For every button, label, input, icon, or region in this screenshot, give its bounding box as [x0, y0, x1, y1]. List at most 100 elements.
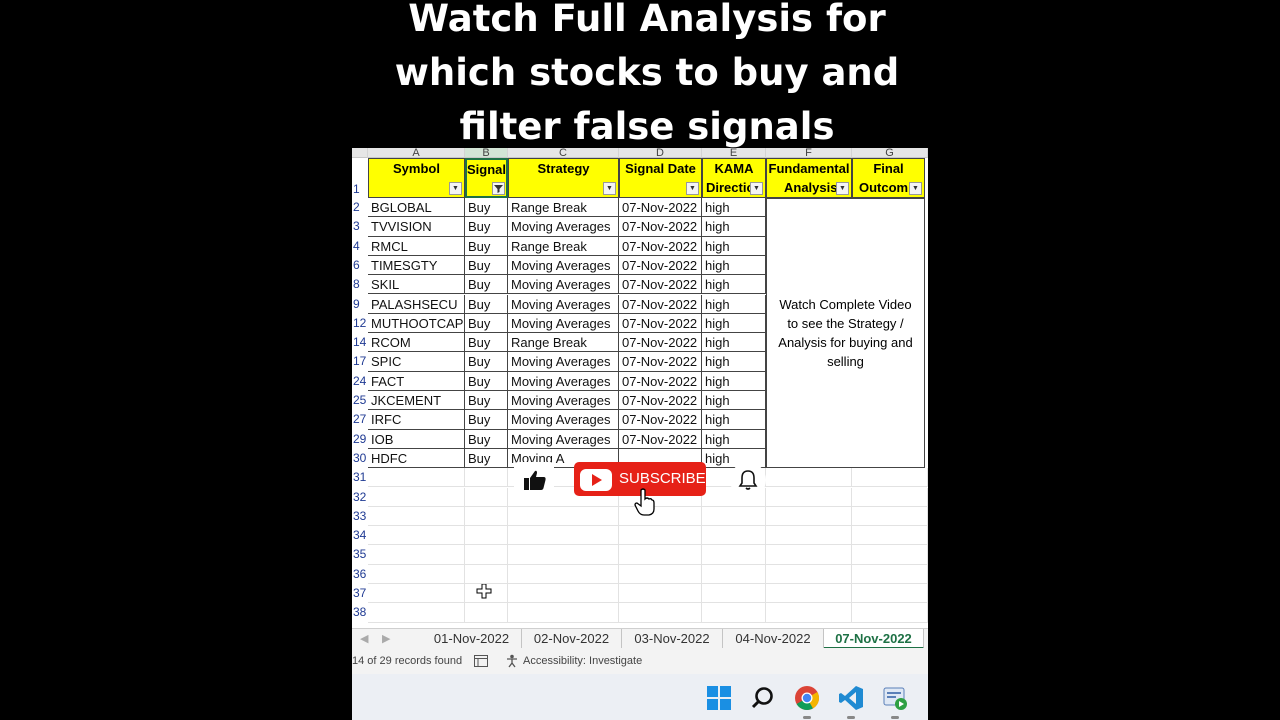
- filter-dropdown-symbol[interactable]: ▼: [449, 182, 462, 195]
- row-number[interactable]: 36: [352, 565, 368, 584]
- empty-cell[interactable]: [702, 526, 766, 546]
- tab-02-nov-2022[interactable]: 02-Nov-2022: [522, 629, 622, 649]
- cell-signal[interactable]: Buy: [465, 391, 508, 411]
- cell-symbol[interactable]: RCOM: [368, 333, 465, 353]
- empty-cell[interactable]: [465, 468, 508, 488]
- row-number[interactable]: 12: [352, 314, 368, 333]
- row-number[interactable]: 4: [352, 237, 368, 256]
- empty-cell[interactable]: [766, 545, 852, 565]
- column-header-d[interactable]: D: [619, 148, 702, 159]
- cell-signal[interactable]: Buy: [465, 429, 508, 449]
- empty-cell[interactable]: [368, 526, 465, 546]
- cell-symbol[interactable]: FACT: [368, 371, 465, 391]
- cell-strategy[interactable]: Range Break: [508, 236, 619, 256]
- cell-signal-date[interactable]: 07-Nov-2022: [619, 198, 702, 218]
- empty-cell[interactable]: [852, 584, 928, 604]
- cell-strategy[interactable]: Moving Averages: [508, 429, 619, 449]
- accessibility-icon[interactable]: [506, 654, 521, 668]
- cell-signal[interactable]: Buy: [465, 294, 508, 314]
- row-number[interactable]: 33: [352, 507, 368, 526]
- empty-cell[interactable]: [368, 545, 465, 565]
- column-header-e[interactable]: E: [702, 148, 766, 159]
- empty-cell[interactable]: [368, 603, 465, 623]
- cell-signal[interactable]: Buy: [465, 352, 508, 372]
- row-number[interactable]: 30: [352, 449, 368, 468]
- empty-cell[interactable]: [465, 584, 508, 604]
- cell-signal[interactable]: Buy: [465, 236, 508, 256]
- empty-cell[interactable]: [465, 603, 508, 623]
- cell-strategy[interactable]: Range Break: [508, 198, 619, 218]
- filter-dropdown-strategy[interactable]: ▼: [603, 182, 616, 195]
- empty-cell[interactable]: [465, 487, 508, 507]
- filter-icon[interactable]: [492, 182, 505, 195]
- cell-signal-date[interactable]: 07-Nov-2022: [619, 313, 702, 334]
- empty-cell[interactable]: [465, 526, 508, 546]
- row-number[interactable]: 34: [352, 526, 368, 545]
- row-number[interactable]: 3: [352, 217, 368, 236]
- cell-signal[interactable]: Buy: [465, 313, 508, 334]
- row-number[interactable]: 25: [352, 391, 368, 410]
- row-number[interactable]: 24: [352, 372, 368, 391]
- row-number[interactable]: 32: [352, 488, 368, 507]
- row-number[interactable]: 6: [352, 256, 368, 275]
- row-number[interactable]: 27: [352, 410, 368, 429]
- empty-cell[interactable]: [852, 468, 928, 488]
- row-number[interactable]: 38: [352, 603, 368, 622]
- cell-signal-date[interactable]: 07-Nov-2022: [619, 217, 702, 237]
- empty-cell[interactable]: [702, 545, 766, 565]
- row-number[interactable]: 2: [352, 198, 368, 217]
- empty-cell[interactable]: [852, 564, 928, 584]
- cell-signal[interactable]: Buy: [465, 371, 508, 391]
- cell-signal-date[interactable]: 07-Nov-2022: [619, 294, 702, 314]
- spreadsheet-grid[interactable]: A B C D E F G 1 Symbol Signal Strategy S…: [352, 148, 928, 628]
- cell-kama[interactable]: high: [702, 275, 766, 295]
- empty-cell[interactable]: [766, 506, 852, 527]
- row-number[interactable]: 17: [352, 352, 368, 371]
- app-icon[interactable]: [882, 685, 908, 711]
- cell-kama[interactable]: high: [702, 313, 766, 334]
- accessibility-status[interactable]: Accessibility: Investigate: [523, 648, 642, 674]
- vscode-icon[interactable]: [838, 685, 864, 711]
- cell-kama[interactable]: high: [702, 371, 766, 391]
- cell-signal-date[interactable]: 07-Nov-2022: [619, 410, 702, 430]
- cell-signal-date[interactable]: 07-Nov-2022: [619, 333, 702, 353]
- cell-kama[interactable]: high: [702, 352, 766, 372]
- cell-strategy[interactable]: Range Break: [508, 333, 619, 353]
- empty-cell[interactable]: [852, 603, 928, 623]
- cell-signal-date[interactable]: 07-Nov-2022: [619, 352, 702, 372]
- column-header-g[interactable]: G: [852, 148, 928, 159]
- select-all-corner[interactable]: [352, 148, 368, 158]
- macro-icon[interactable]: [474, 655, 488, 667]
- empty-cell[interactable]: [702, 506, 766, 527]
- row-number[interactable]: 8: [352, 275, 368, 294]
- search-icon[interactable]: [750, 685, 776, 711]
- cell-kama[interactable]: high: [702, 410, 766, 430]
- empty-cell[interactable]: [766, 603, 852, 623]
- filter-dropdown-signal-date[interactable]: ▼: [686, 182, 699, 195]
- filter-dropdown-kama[interactable]: ▼: [750, 182, 763, 195]
- cell-strategy[interactable]: Moving Averages: [508, 313, 619, 334]
- cell-strategy[interactable]: Moving Averages: [508, 217, 619, 237]
- empty-cell[interactable]: [619, 603, 702, 623]
- cell-strategy[interactable]: Moving Averages: [508, 391, 619, 411]
- cell-kama[interactable]: high: [702, 333, 766, 353]
- tab-scroll-left-icon[interactable]: ◀: [360, 629, 368, 649]
- row-number[interactable]: 14: [352, 333, 368, 352]
- empty-cell[interactable]: [465, 564, 508, 584]
- cell-kama[interactable]: high: [702, 294, 766, 314]
- cell-signal-date[interactable]: 07-Nov-2022: [619, 429, 702, 449]
- empty-cell[interactable]: [702, 603, 766, 623]
- empty-cell[interactable]: [619, 545, 702, 565]
- cell-signal[interactable]: Buy: [465, 410, 508, 430]
- tab-01-nov-2022[interactable]: 01-Nov-2022: [422, 629, 522, 649]
- cell-kama[interactable]: high: [702, 236, 766, 256]
- cell-strategy[interactable]: Moving Averages: [508, 275, 619, 295]
- cell-strategy[interactable]: Moving Averages: [508, 255, 619, 276]
- chrome-icon[interactable]: [794, 685, 820, 711]
- windows-start-icon[interactable]: [706, 685, 732, 711]
- cell-symbol[interactable]: BGLOBAL: [368, 198, 465, 218]
- cell-signal[interactable]: Buy: [465, 333, 508, 353]
- cell-symbol[interactable]: IOB: [368, 429, 465, 449]
- row-number[interactable]: 29: [352, 430, 368, 449]
- empty-cell[interactable]: [619, 526, 702, 546]
